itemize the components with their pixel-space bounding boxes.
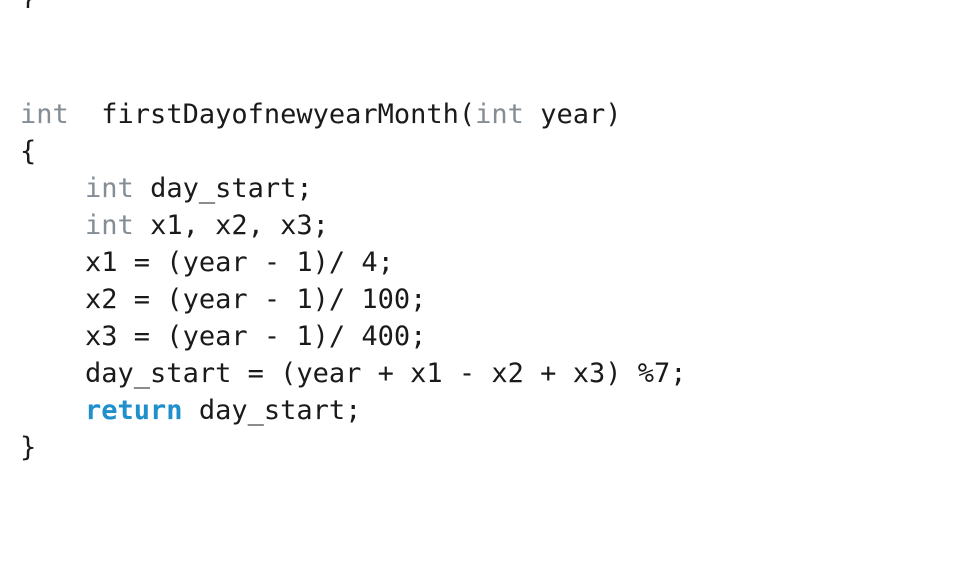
code-token: int xyxy=(20,99,69,130)
code-token: int xyxy=(85,210,134,241)
line-decl-x123: int x1, x2, x3; xyxy=(0,207,972,244)
line-open-brace: { xyxy=(0,133,972,170)
code-token: x3 = (year - 1)/ 400; xyxy=(85,321,427,352)
code-token: int xyxy=(85,173,134,204)
line-assign-day-start: day_start = (year + x1 - x2 + x3) %7; xyxy=(0,355,972,392)
code-token: { xyxy=(20,136,37,167)
line-decl-day-start: int day_start; xyxy=(0,170,972,207)
code-token: day_start = (year + x1 - x2 + x3) %7; xyxy=(85,358,687,389)
line-assign-x1: x1 = (year - 1)/ 4; xyxy=(0,244,972,281)
line-assign-x2: x2 = (year - 1)/ 100; xyxy=(0,281,972,318)
code-block[interactable]: int firstDayofnewyearMonth(int year){ in… xyxy=(0,96,972,466)
code-token: firstDayofnewyearMonth( xyxy=(68,99,476,130)
code-token: x1, x2, x3; xyxy=(133,210,329,241)
line-assign-x3: x3 = (year - 1)/ 400; xyxy=(0,318,972,355)
code-token: int xyxy=(475,99,524,130)
clipped-top-fragment: } xyxy=(20,0,36,8)
code-token: return xyxy=(85,395,183,426)
line-return: return day_start; xyxy=(0,392,972,429)
code-token: x1 = (year - 1)/ 4; xyxy=(85,247,394,278)
line-signature: int firstDayofnewyearMonth(int year) xyxy=(0,96,972,133)
code-token: } xyxy=(20,432,37,463)
code-token: year) xyxy=(523,99,622,130)
code-token: x2 = (year - 1)/ 100; xyxy=(85,284,427,315)
code-snippet: } int firstDayofnewyearMonth(int year){ … xyxy=(0,0,972,564)
line-close-brace: } xyxy=(0,429,972,466)
code-token: day_start; xyxy=(133,173,313,204)
code-token: day_start; xyxy=(182,395,362,426)
